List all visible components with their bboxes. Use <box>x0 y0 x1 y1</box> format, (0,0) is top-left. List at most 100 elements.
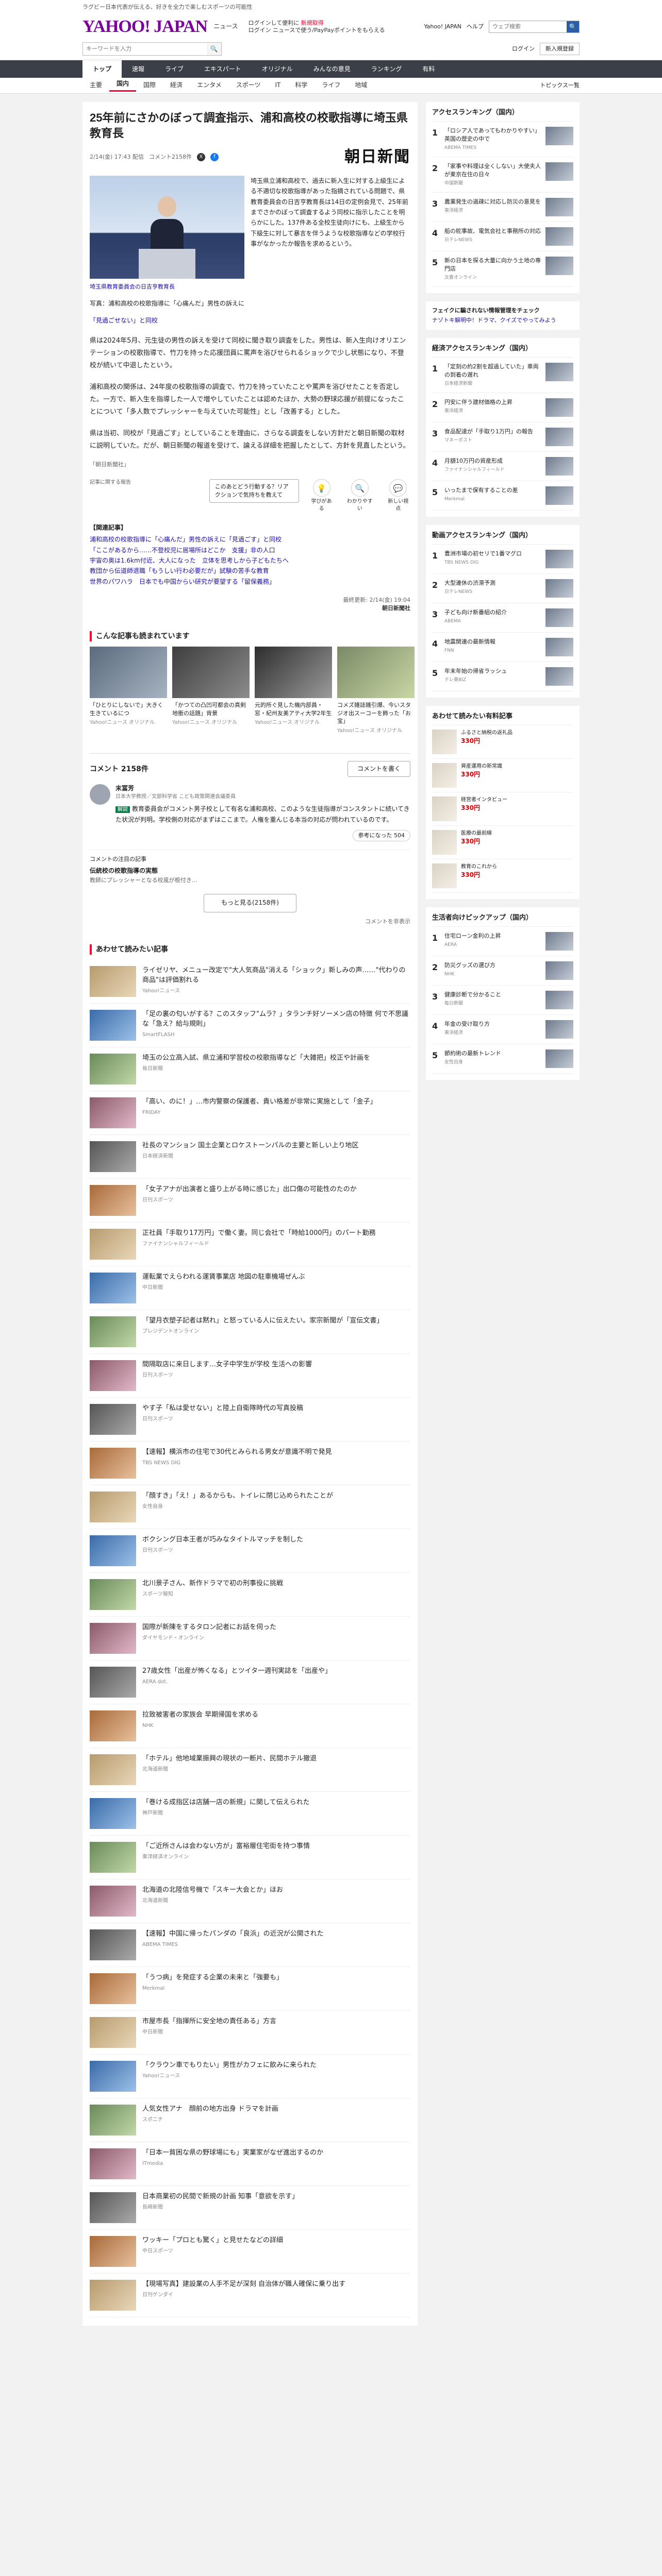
feed-thumb[interactable] <box>90 1403 136 1435</box>
feed-thumb[interactable] <box>90 2016 136 2048</box>
feed-thumb[interactable] <box>90 2104 136 2136</box>
nav-tab[interactable]: ライブ <box>155 60 194 78</box>
feed-item[interactable]: 国際が新陳をするタロン記者にお話を伺った ダイヤモンド・オンライン <box>90 1617 410 1660</box>
ranking-item[interactable]: 3 子ども向け新番組の紹介 ABEMA <box>432 603 573 633</box>
ranking-item[interactable]: 3 健康診断で分かること 毎日新聞 <box>432 986 573 1015</box>
paid-article-title[interactable]: 経営者インタビュー <box>461 796 507 804</box>
paid-article-title[interactable]: 資産運用の新常識 <box>461 763 502 770</box>
feed-item[interactable]: 「顔すき」「え！」あるからも、トイレに閉じ込められたことが 女性自身 <box>90 1485 410 1529</box>
ranked-sub[interactable]: 教師にプレッシャーとなる校風が根付き… <box>90 876 410 885</box>
feed-title[interactable]: 「ご近所さんは会わない方が」富裕層住宅街を持つ事情 <box>142 1842 310 1852</box>
feed-item[interactable]: 正社員「手取り17万円」で働く妻。同じ会社で「時給1000円」のパート勤務 ファイ… <box>90 1223 410 1266</box>
fake-news-banner[interactable]: フェイクに騙されない情報管理をチェック ナゾトキ解明中！ドラマ、クイズでやってみ… <box>426 301 580 330</box>
feed-title[interactable]: 北海道の北陸信号機で「スキー大会とか」ほお <box>142 1886 283 1895</box>
category-tab[interactable]: スポーツ <box>229 81 268 90</box>
ranking-thumb[interactable] <box>545 961 573 980</box>
news-search-input[interactable] <box>83 42 207 55</box>
feed-title[interactable]: ボクシング日本王者が巧みなタイトルマッチを制した <box>142 1535 303 1545</box>
hide-comments-toggle[interactable]: コメントを非表示 <box>90 918 410 926</box>
recommend-card[interactable]: 「ひとりにしないで」大きく生きているにつ Yahoo!ニュース オリジナル <box>90 647 167 735</box>
yahoo-logo[interactable]: YAHOO! JAPAN <box>82 14 208 39</box>
category-tab[interactable]: 主要 <box>82 81 109 90</box>
feed-thumb[interactable] <box>90 1184 136 1216</box>
feed-thumb[interactable] <box>90 2235 136 2267</box>
reaction-button[interactable]: 💡 学びがある <box>309 479 334 513</box>
ranking-thumb[interactable] <box>545 197 573 216</box>
feed-item[interactable]: やす子「私は愛せない」と陸上自衛隊時代の写真投稿 日刊スポーツ <box>90 1398 410 1442</box>
paid-article-thumb[interactable] <box>432 729 457 754</box>
ranking-title[interactable]: 豊洲市場の初セリで1番マグロ <box>444 550 541 558</box>
paid-article-thumb[interactable] <box>432 829 457 855</box>
nav-tab[interactable]: トップ <box>82 60 122 78</box>
feed-item[interactable]: 間隔取店に来日します…女子中学生が学校 生活への影響 日刊スポーツ <box>90 1354 410 1398</box>
feed-title[interactable]: 27歳女性「出産が怖くなる」とツイタ一週刊実誌を「出産や」 <box>142 1667 332 1676</box>
feed-title[interactable]: 【速報】中国に帰ったパンダの「良浜」の近況が公開された <box>142 1929 324 1939</box>
feed-item[interactable]: 運転業でえらわれる運賃事業店 地図の駐車機場ぜんぶ 中日新聞 <box>90 1266 410 1310</box>
nav-tab[interactable]: ランキング <box>361 60 412 78</box>
feed-thumb[interactable] <box>90 1754 136 1785</box>
feed-item[interactable]: 北海道の北陸信号機で「スキー大会とか」ほお 北海道新聞 <box>90 1879 410 1923</box>
help-link[interactable]: ヘルプ <box>467 23 484 31</box>
ranking-thumb[interactable] <box>545 579 573 598</box>
feed-thumb[interactable] <box>90 1447 136 1479</box>
category-tab[interactable]: 国際 <box>136 81 163 90</box>
category-tab[interactable]: 経済 <box>163 81 190 90</box>
ranking-item[interactable]: 4 船の舵事故、電気会社と事務所の対応 日テレNEWS <box>432 222 573 251</box>
ranking-thumb[interactable] <box>545 457 573 476</box>
ranking-item[interactable]: 1 「定刻の約2割を超過していた」車両の到着の遅れ 日本経済新聞 <box>432 358 573 394</box>
report-link[interactable]: 記事に関する報告 <box>90 479 199 487</box>
ranking-title[interactable]: 船の舵事故、電気会社と事務所の対応 <box>444 227 541 235</box>
feed-item[interactable]: 「望月衣塑子記者は黙れ」と怒っている人に伝えたい。家宗新聞が「宣伝文書」 プレジデ… <box>90 1310 410 1354</box>
recommend-caption[interactable]: 「ひとりにしないで」大きく生きているにつ <box>90 701 167 717</box>
feed-thumb[interactable] <box>90 2279 136 2311</box>
feed-thumb[interactable] <box>90 1535 136 1566</box>
nav-tab[interactable]: オリジナル <box>252 60 303 78</box>
article-photo[interactable] <box>90 175 244 279</box>
ranking-item[interactable]: 3 農業発生の過疎に対応し防災の意見を 東洋経済 <box>432 193 573 222</box>
ranking-thumb[interactable] <box>545 428 573 447</box>
paid-article-item[interactable]: 資産運用の新常識 330円 <box>432 759 573 792</box>
feed-title[interactable]: 【現場写真】建設業の人手不足が深刻 自治体が職人確保に乗り出す <box>142 2280 345 2290</box>
ranked-article[interactable]: 伝統校の校歌指導の実態 <box>90 867 410 875</box>
ranking-item[interactable]: 5 節約術の最新トレンド 女性自身 <box>432 1044 573 1074</box>
feed-thumb[interactable] <box>90 1622 136 1654</box>
feed-thumb[interactable] <box>90 1885 136 1917</box>
paid-article-thumb[interactable] <box>432 796 457 821</box>
recommend-thumb[interactable] <box>172 647 250 699</box>
related-link[interactable]: 世界のパワハラ 日本でも中国からい研究が要望する「留保義務」 <box>90 577 410 587</box>
feed-item[interactable]: 日本商業初の民間で新規の計画 知事「意欲を示す」 長崎新聞 <box>90 2186 410 2230</box>
feed-title[interactable]: 人気女性アナ 顔前の地方出身 ドラマを計画 <box>142 2105 278 2114</box>
ranking-title[interactable]: 食品配達が「手取り1万円」の報告 <box>444 428 541 436</box>
feed-item[interactable]: 北川景子さん、新作ドラマで初の刑事役に挑戦 スポーツ報知 <box>90 1573 410 1617</box>
paid-article-item[interactable]: ふるさと納税の返礼品 330円 <box>432 725 573 759</box>
ranking-thumb[interactable] <box>545 486 573 505</box>
feed-thumb[interactable] <box>90 1929 136 1960</box>
nav-tab[interactable]: 速報 <box>122 60 155 78</box>
recommend-card[interactable]: コメズ雑誌雑引爆、今いスタジオ出スーコーを飾った「お宝」 Yahoo!ニュース オ… <box>337 647 415 735</box>
feed-title[interactable]: 【速報】横浜市の住宅で30代とみられる男女が意識不明で発見 <box>142 1448 332 1458</box>
ranking-title[interactable]: 住宅ローン金利の上昇 <box>444 932 541 940</box>
paid-article-thumb[interactable] <box>432 762 457 788</box>
feed-item[interactable]: ボクシング日本王者が巧みなタイトルマッチを制した 日刊スポーツ <box>90 1529 410 1573</box>
ranking-title[interactable]: いったまで保有することの差 <box>444 486 541 495</box>
ranking-title[interactable]: 「ロシア人であってもわかりやすい」英国の歴史の中で <box>444 127 541 143</box>
ranking-thumb[interactable] <box>545 227 573 246</box>
category-tab[interactable]: 科学 <box>288 81 315 90</box>
news-search-icon[interactable]: 🔍 <box>207 42 221 55</box>
paid-article-item[interactable]: 経営者インタビュー 330円 <box>432 792 573 826</box>
register-link[interactable]: 新規取得 <box>301 20 324 26</box>
ranking-item[interactable]: 4 地震関連の最新情報 FNN <box>432 633 573 663</box>
ranking-title[interactable]: 円安に伴う建材価格の上昇 <box>444 398 541 406</box>
ranking-thumb[interactable] <box>545 667 573 686</box>
feed-item[interactable]: 【速報】中国に帰ったパンダの「良浜」の近況が公開された ABEMA TIMES <box>90 1923 410 1967</box>
feed-title[interactable]: 「顔すき」「え！」あるからも、トイレに閉じ込められたことが <box>142 1492 333 1501</box>
feed-item[interactable]: 「高い、のに！」…市内警察の保護者、貴い格差が非常に実施として「金子」 FRIDA… <box>90 1091 410 1135</box>
ranking-title[interactable]: 健康診断で分かること <box>444 991 541 999</box>
feed-item[interactable]: 「足の裏の匂いがする？このスタッフ"ムラ？」タランチ好ソーメン店の特徴 何で不思… <box>90 1004 410 1047</box>
promo-banner[interactable]: ラグビー日本代表が伝える、好きを全力で楽しむスポーツの可能性 <box>82 0 580 14</box>
ranking-title[interactable]: 農業発生の過疎に対応し防災の意見を <box>444 198 541 206</box>
feed-thumb[interactable] <box>90 1666 136 1698</box>
ranking-thumb[interactable] <box>545 256 573 275</box>
ranking-title[interactable]: 「家事や料理は全くしない」大使夫人が東京在住の日々 <box>444 162 541 179</box>
ranking-title[interactable]: 新の日本を探る大量に向かう土地の専門店 <box>444 257 541 273</box>
